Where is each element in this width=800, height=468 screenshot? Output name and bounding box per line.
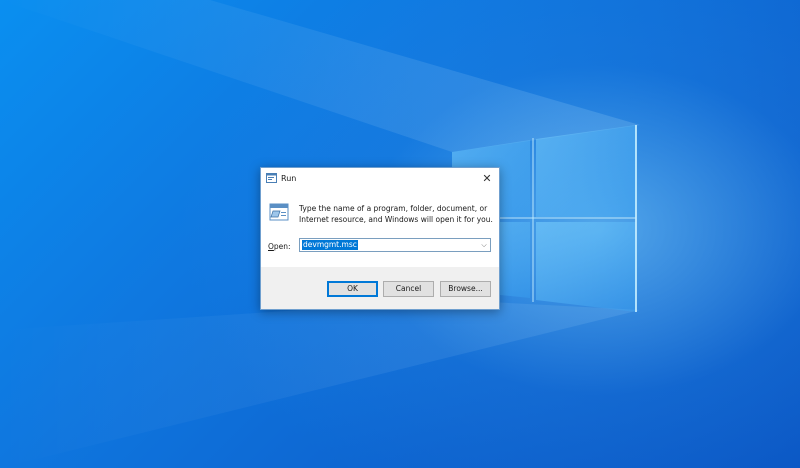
- browse-button[interactable]: Browse...: [440, 281, 491, 297]
- dialog-titlebar[interactable]: Run ✕: [261, 168, 499, 189]
- open-label: Open:: [268, 241, 291, 252]
- chevron-down-icon[interactable]: ⌵: [479, 240, 489, 250]
- open-input-value[interactable]: devmgmt.msc: [302, 240, 358, 250]
- dialog-title: Run: [281, 174, 297, 183]
- run-app-icon: [266, 173, 277, 183]
- dialog-description: Type the name of a program, folder, docu…: [299, 204, 493, 224]
- cancel-button[interactable]: Cancel: [383, 281, 434, 297]
- open-combobox[interactable]: devmgmt.msc ⌵: [299, 238, 491, 252]
- dialog-footer: OK Cancel Browse...: [261, 267, 499, 309]
- close-button[interactable]: ✕: [475, 168, 499, 189]
- run-program-icon: [269, 203, 289, 221]
- close-icon: ✕: [482, 172, 492, 185]
- open-label-text: pen:: [273, 242, 291, 251]
- ok-button[interactable]: OK: [327, 281, 378, 297]
- run-dialog: Run ✕ Type the name of a program, folder…: [260, 167, 500, 310]
